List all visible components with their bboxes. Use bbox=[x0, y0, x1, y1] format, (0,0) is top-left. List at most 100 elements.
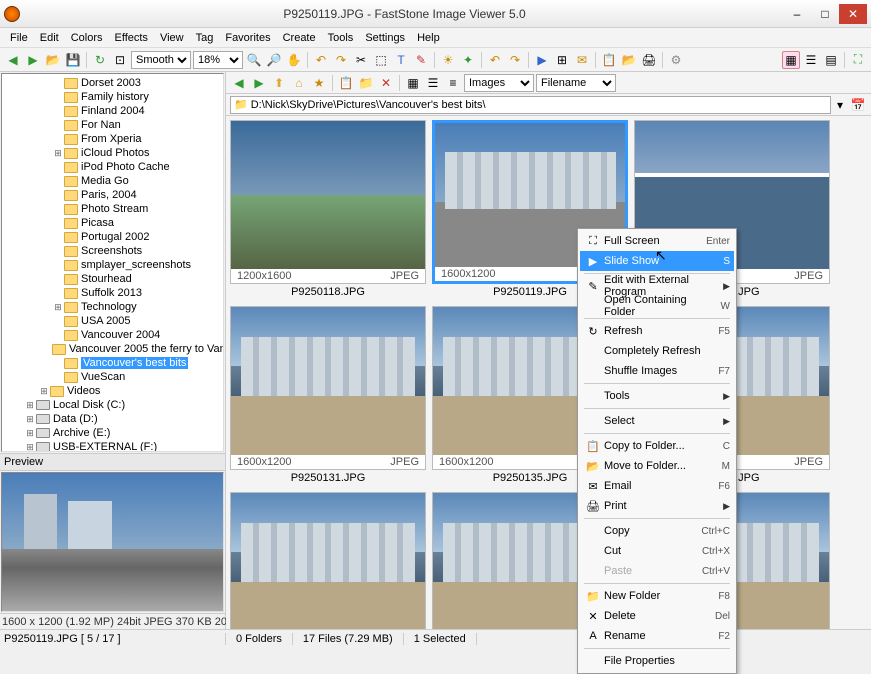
tree-item[interactable]: Paris, 2004 bbox=[4, 188, 221, 202]
tree-item[interactable]: Finland 2004 bbox=[4, 104, 221, 118]
compare-icon[interactable]: ⊞ bbox=[553, 51, 571, 69]
close-button[interactable]: ✕ bbox=[839, 4, 867, 24]
expand-icon[interactable]: ⊞ bbox=[52, 302, 64, 313]
expand-icon[interactable]: ⊞ bbox=[24, 442, 36, 453]
redo-icon[interactable]: ↷ bbox=[506, 51, 524, 69]
draw-icon[interactable]: ✎ bbox=[412, 51, 430, 69]
delete-icon[interactable]: ✕ bbox=[377, 74, 395, 92]
path-input[interactable]: 📁 D:\Nick\SkyDrive\Pictures\Vancouver's … bbox=[230, 96, 831, 114]
tree-item[interactable]: ⊞iCloud Photos bbox=[4, 146, 221, 160]
back-icon[interactable]: ◀ bbox=[230, 74, 248, 92]
thumbnail-grid[interactable]: 1200x1600JPEGP9250118.JPG1600x1200JPEGP9… bbox=[226, 116, 871, 629]
color-icon[interactable]: ☀ bbox=[439, 51, 457, 69]
tree-item[interactable]: Vancouver 2004 bbox=[4, 328, 221, 342]
move-to-icon[interactable]: 📂 bbox=[620, 51, 638, 69]
menu-file[interactable]: File bbox=[4, 30, 34, 46]
effects-icon[interactable]: ✦ bbox=[459, 51, 477, 69]
email-icon[interactable]: ✉ bbox=[573, 51, 591, 69]
fwd-icon[interactable]: ▶ bbox=[250, 74, 268, 92]
zoom-fit-icon[interactable]: ⊡ bbox=[111, 51, 129, 69]
tree-item[interactable]: Photo Stream bbox=[4, 202, 221, 216]
tree-item[interactable]: Vancouver 2005 the ferry to Vancouver bbox=[4, 342, 221, 356]
up-icon[interactable]: ⬆ bbox=[270, 74, 288, 92]
tree-item[interactable]: ⊞USB-EXTERNAL (F:) bbox=[4, 440, 221, 452]
tree-item[interactable]: ⊞Technology bbox=[4, 300, 221, 314]
tree-item[interactable]: iPod Photo Cache bbox=[4, 160, 221, 174]
menu-colors[interactable]: Colors bbox=[65, 30, 109, 46]
tree-item[interactable]: Media Go bbox=[4, 174, 221, 188]
expand-icon[interactable]: ⊞ bbox=[24, 414, 36, 425]
context-email[interactable]: ✉EmailF6 bbox=[580, 476, 734, 496]
expand-icon[interactable]: ⊞ bbox=[24, 400, 36, 411]
thumbnail[interactable]: 1600x1200JPEG bbox=[230, 492, 426, 629]
expand-icon[interactable]: ⊞ bbox=[24, 428, 36, 439]
tree-item[interactable]: ⊞Videos bbox=[4, 384, 221, 398]
settings-icon[interactable]: ⚙ bbox=[667, 51, 685, 69]
tree-item[interactable]: Screenshots bbox=[4, 244, 221, 258]
context-completely-refresh[interactable]: Completely Refresh bbox=[580, 341, 734, 361]
tree-item[interactable]: VueScan bbox=[4, 370, 221, 384]
context-new-folder[interactable]: 📁New FolderF8 bbox=[580, 586, 734, 606]
tree-item[interactable]: From Xperia bbox=[4, 132, 221, 146]
path-dropdown-icon[interactable]: ▾ bbox=[831, 96, 849, 114]
rotate-right-icon[interactable]: ↷ bbox=[332, 51, 350, 69]
thumbnail[interactable]: 1200x1600JPEG bbox=[230, 120, 426, 284]
context-shuffle-images[interactable]: Shuffle ImagesF7 bbox=[580, 361, 734, 381]
tree-item[interactable]: Dorset 2003 bbox=[4, 76, 221, 90]
tree-item[interactable]: For Nan bbox=[4, 118, 221, 132]
viewmode2-icon[interactable]: ☰ bbox=[424, 74, 442, 92]
preview-image[interactable] bbox=[1, 472, 224, 612]
refresh-icon[interactable]: ↻ bbox=[91, 51, 109, 69]
zoom-in-icon[interactable]: 🔍 bbox=[245, 51, 263, 69]
minimize-button[interactable]: – bbox=[783, 4, 811, 24]
calendar-icon[interactable]: 📅 bbox=[849, 96, 867, 114]
expand-icon[interactable]: ⊞ bbox=[52, 148, 64, 159]
resize-icon[interactable]: ⬚ bbox=[372, 51, 390, 69]
context-cut[interactable]: CutCtrl+X bbox=[580, 541, 734, 561]
tree-item[interactable]: Vancouver's best bits bbox=[4, 356, 221, 370]
view-detail-icon[interactable]: ▤ bbox=[822, 51, 840, 69]
print-icon[interactable]: 🖨 bbox=[640, 51, 658, 69]
slideshow-icon[interactable]: ▶ bbox=[533, 51, 551, 69]
context-file-properties[interactable]: File Properties bbox=[580, 651, 734, 671]
crop-icon[interactable]: ✂ bbox=[352, 51, 370, 69]
tree-item[interactable]: Suffolk 2013 bbox=[4, 286, 221, 300]
context-delete[interactable]: ✕DeleteDel bbox=[580, 606, 734, 626]
nav-back-icon[interactable]: ◀ bbox=[4, 51, 22, 69]
move-icon[interactable]: 📁 bbox=[357, 74, 375, 92]
tree-item[interactable]: ⊞Data (D:) bbox=[4, 412, 221, 426]
context-move-to-folder-[interactable]: 📂Move to Folder...M bbox=[580, 456, 734, 476]
tree-item[interactable]: Picasa bbox=[4, 216, 221, 230]
rotate-left-icon[interactable]: ↶ bbox=[312, 51, 330, 69]
context-select[interactable]: Select▶ bbox=[580, 411, 734, 431]
tree-item[interactable]: Stourhead bbox=[4, 272, 221, 286]
zoom-select[interactable]: 18% bbox=[193, 51, 243, 69]
context-edit-with-external-program[interactable]: ✎Edit with External Program▶ bbox=[580, 276, 734, 296]
zoom-out-icon[interactable]: 🔎 bbox=[265, 51, 283, 69]
view-list-icon[interactable]: ☰ bbox=[802, 51, 820, 69]
menu-tools[interactable]: Tools bbox=[322, 30, 360, 46]
menu-help[interactable]: Help bbox=[411, 30, 446, 46]
copy-icon[interactable]: 📋 bbox=[337, 74, 355, 92]
tree-item[interactable]: Portugal 2002 bbox=[4, 230, 221, 244]
copy-to-icon[interactable]: 📋 bbox=[600, 51, 618, 69]
filter-select[interactable]: Images bbox=[464, 74, 534, 92]
thumbnail[interactable]: 1600x1200JPEG bbox=[230, 306, 426, 470]
menu-settings[interactable]: Settings bbox=[359, 30, 411, 46]
menu-favorites[interactable]: Favorites bbox=[219, 30, 276, 46]
menu-edit[interactable]: Edit bbox=[34, 30, 65, 46]
maximize-button[interactable]: □ bbox=[811, 4, 839, 24]
tree-item[interactable]: ⊞Local Disk (C:) bbox=[4, 398, 221, 412]
fav-icon[interactable]: ★ bbox=[310, 74, 328, 92]
smooth-select[interactable]: Smooth bbox=[131, 51, 191, 69]
hand-icon[interactable]: ✋ bbox=[285, 51, 303, 69]
viewmode1-icon[interactable]: ▦ bbox=[404, 74, 422, 92]
open-icon[interactable]: 📂 bbox=[44, 51, 62, 69]
menu-create[interactable]: Create bbox=[277, 30, 322, 46]
context-print[interactable]: 🖨Print▶ bbox=[580, 496, 734, 516]
tree-item[interactable]: USA 2005 bbox=[4, 314, 221, 328]
folder-tree[interactable]: Dorset 2003Family historyFinland 2004For… bbox=[1, 73, 224, 452]
context-refresh[interactable]: ↻RefreshF5 bbox=[580, 321, 734, 341]
menu-tag[interactable]: Tag bbox=[190, 30, 220, 46]
expand-icon[interactable]: ⊞ bbox=[38, 386, 50, 397]
